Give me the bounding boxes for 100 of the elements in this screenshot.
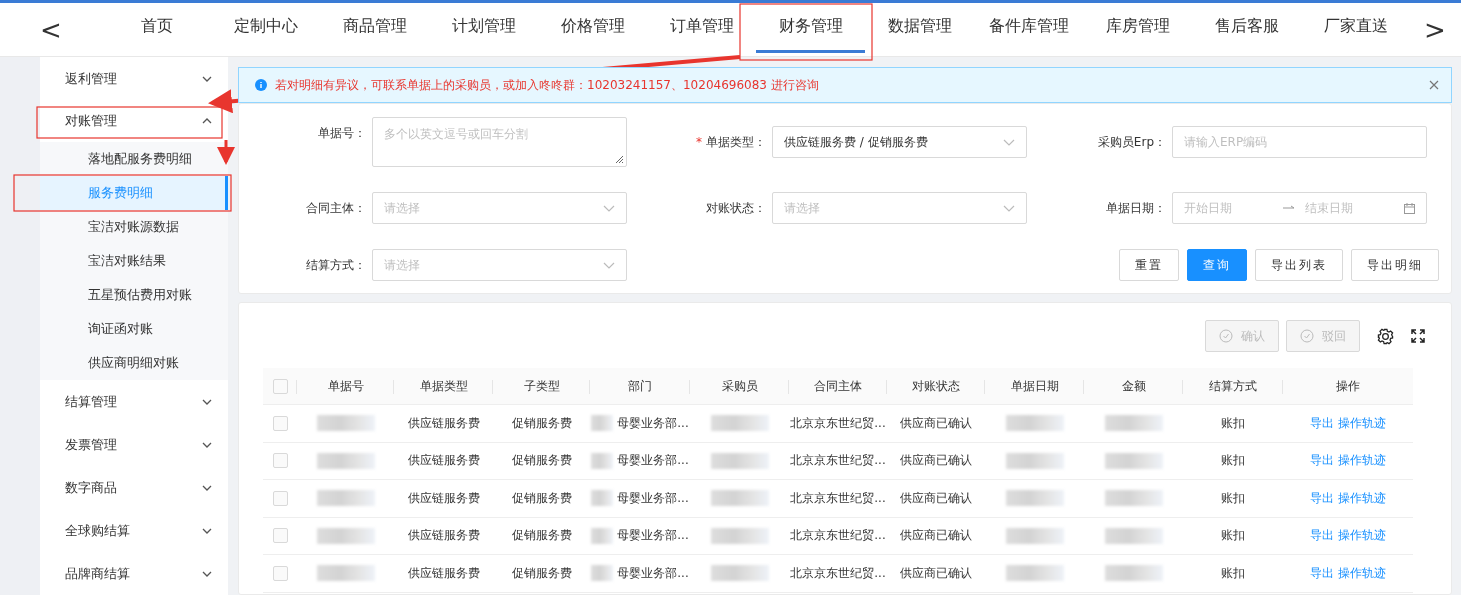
sidebar-item[interactable]: 宝洁对账源数据 — [39, 210, 228, 244]
redacted-block — [710, 452, 769, 469]
sidebar-group[interactable]: 全球购结算 — [39, 509, 228, 552]
redacted-block — [316, 490, 375, 507]
nav-tab[interactable]: 财务管理 — [756, 3, 865, 53]
redacted-block — [1104, 452, 1163, 469]
table-cell: 供应链服务费 — [407, 527, 480, 545]
forward-button[interactable]: > — [1410, 4, 1460, 55]
table-cell: 母婴业务部... — [617, 489, 689, 507]
table-cell: 促销服务费 — [511, 527, 572, 545]
sidebar-item[interactable]: 询证函对账 — [39, 312, 228, 346]
checkbox[interactable] — [272, 453, 288, 469]
column-header: 单据日期 — [1010, 377, 1059, 395]
column-header: 部门 — [628, 377, 652, 395]
redacted-block — [1104, 490, 1163, 507]
table-cell: 促销服务费 — [511, 489, 572, 507]
table-cell: 供应商已确认 — [900, 414, 972, 432]
sidebar-group[interactable]: 发票管理 — [39, 423, 228, 466]
field-label: 单据类型： — [706, 133, 766, 151]
sidebar-group[interactable]: 品牌商结算 — [39, 552, 228, 595]
table-cell: 促销服务费 — [511, 564, 572, 582]
filter-button[interactable]: 重置 — [1119, 249, 1179, 281]
table-cell: 供应商已确认 — [900, 489, 972, 507]
fullscreen-icon[interactable] — [1411, 329, 1425, 343]
checkbox[interactable] — [272, 490, 288, 506]
field-label: 结算方式： — [306, 256, 366, 274]
calendar-icon — [1404, 202, 1415, 214]
table-cell: 北京京东世纪贸... — [790, 452, 886, 470]
table-cell: 北京京东世纪贸... — [790, 489, 886, 507]
required-mark: * — [696, 135, 702, 149]
column-header: 单据类型 — [419, 377, 468, 395]
nav-tab[interactable]: 数据管理 — [865, 3, 974, 53]
sidebar-item[interactable]: 供应商明细对账 — [39, 346, 228, 380]
redacted-block — [1005, 452, 1064, 469]
table-cell: 账扣 — [1221, 452, 1245, 470]
sidebar-group[interactable]: 返利管理 — [39, 59, 228, 99]
redacted-block — [1005, 565, 1064, 582]
table-cell: 北京京东世纪贸... — [790, 564, 886, 582]
redacted-block — [316, 565, 375, 582]
sidebar-item[interactable]: 宝洁对账结果 — [39, 244, 228, 278]
filter-button[interactable]: 导出列表 — [1255, 249, 1343, 281]
nav-tab[interactable]: 售后客服 — [1192, 3, 1301, 53]
arrow-right-icon — [1283, 205, 1296, 211]
back-button[interactable]: < — [0, 4, 102, 55]
redacted-block — [710, 527, 769, 544]
sidebar-item[interactable]: 五星预估费用对账 — [39, 278, 228, 312]
table-cell: 账扣 — [1221, 527, 1245, 545]
info-icon — [255, 79, 267, 91]
redacted-block — [316, 527, 375, 544]
field-label: 单据号： — [318, 125, 366, 142]
sidebar-group[interactable]: 数字商品 — [39, 466, 228, 509]
table-cell: 母婴业务部... — [617, 527, 689, 545]
column-header: 对账状态 — [912, 377, 960, 395]
column-header: 金额 — [1121, 377, 1146, 395]
table-cell: 母婴业务部... — [617, 452, 689, 470]
column-header: 子类型 — [523, 377, 560, 395]
table-cell: 促销服务费 — [511, 414, 572, 432]
filter-button[interactable]: 导出明细 — [1351, 249, 1439, 281]
checkbox[interactable] — [272, 565, 288, 581]
redacted-block — [1005, 527, 1064, 544]
field-label: 对账状态： — [706, 199, 766, 217]
table-cell: 供应商已确认 — [900, 452, 972, 470]
redacted-block — [316, 452, 375, 469]
resize-grip-icon — [615, 155, 624, 164]
checkbox[interactable] — [272, 378, 288, 394]
nav-tab[interactable]: 厂家直送 — [1301, 3, 1410, 53]
column-header: 结算方式 — [1209, 377, 1257, 395]
nav-tab[interactable]: 首页 — [102, 3, 211, 53]
table-cell: 账扣 — [1221, 414, 1245, 432]
chevron-down-icon — [1003, 204, 1015, 212]
nav-tab[interactable]: 定制中心 — [211, 3, 320, 53]
annotation-arrow — [217, 140, 235, 165]
table-cell: 账扣 — [1221, 489, 1245, 507]
chevron-down-icon — [603, 204, 615, 212]
chevron-down-icon — [1003, 138, 1015, 146]
chevron-down-icon — [202, 570, 212, 577]
nav-tab[interactable]: 计划管理 — [429, 3, 538, 53]
redacted-block — [1104, 415, 1163, 432]
redacted-block — [1005, 415, 1064, 432]
nav-tab[interactable]: 备件库管理 — [974, 3, 1083, 53]
table-cell: 母婴业务部... — [617, 564, 689, 582]
nav-tab[interactable]: 价格管理 — [538, 3, 647, 53]
sidebar-group[interactable]: 对账管理 — [39, 99, 228, 142]
close-icon[interactable] — [1429, 80, 1439, 90]
column-header: 单据号 — [327, 377, 364, 395]
nav-tab[interactable]: 订单管理 — [647, 3, 756, 53]
sidebar-group[interactable]: 结算管理 — [39, 380, 228, 423]
select-field[interactable]: 供应链服务费 / 促销服务费 — [772, 126, 1027, 158]
sidebar-item[interactable]: 落地配服务费明细 — [39, 142, 228, 176]
redacted-block — [591, 452, 614, 469]
nav-tab[interactable]: 商品管理 — [320, 3, 429, 53]
table-cell: 账扣 — [1221, 564, 1245, 582]
settings-icon[interactable] — [1377, 327, 1394, 345]
checkbox[interactable] — [272, 528, 288, 544]
redacted-block — [710, 490, 769, 507]
table-cell: 北京京东世纪贸... — [790, 414, 886, 432]
nav-tab[interactable]: 库房管理 — [1083, 3, 1192, 53]
chevron-down-icon — [202, 527, 212, 534]
table-cell: 北京京东世纪贸... — [790, 527, 886, 545]
checkbox[interactable] — [272, 415, 288, 431]
